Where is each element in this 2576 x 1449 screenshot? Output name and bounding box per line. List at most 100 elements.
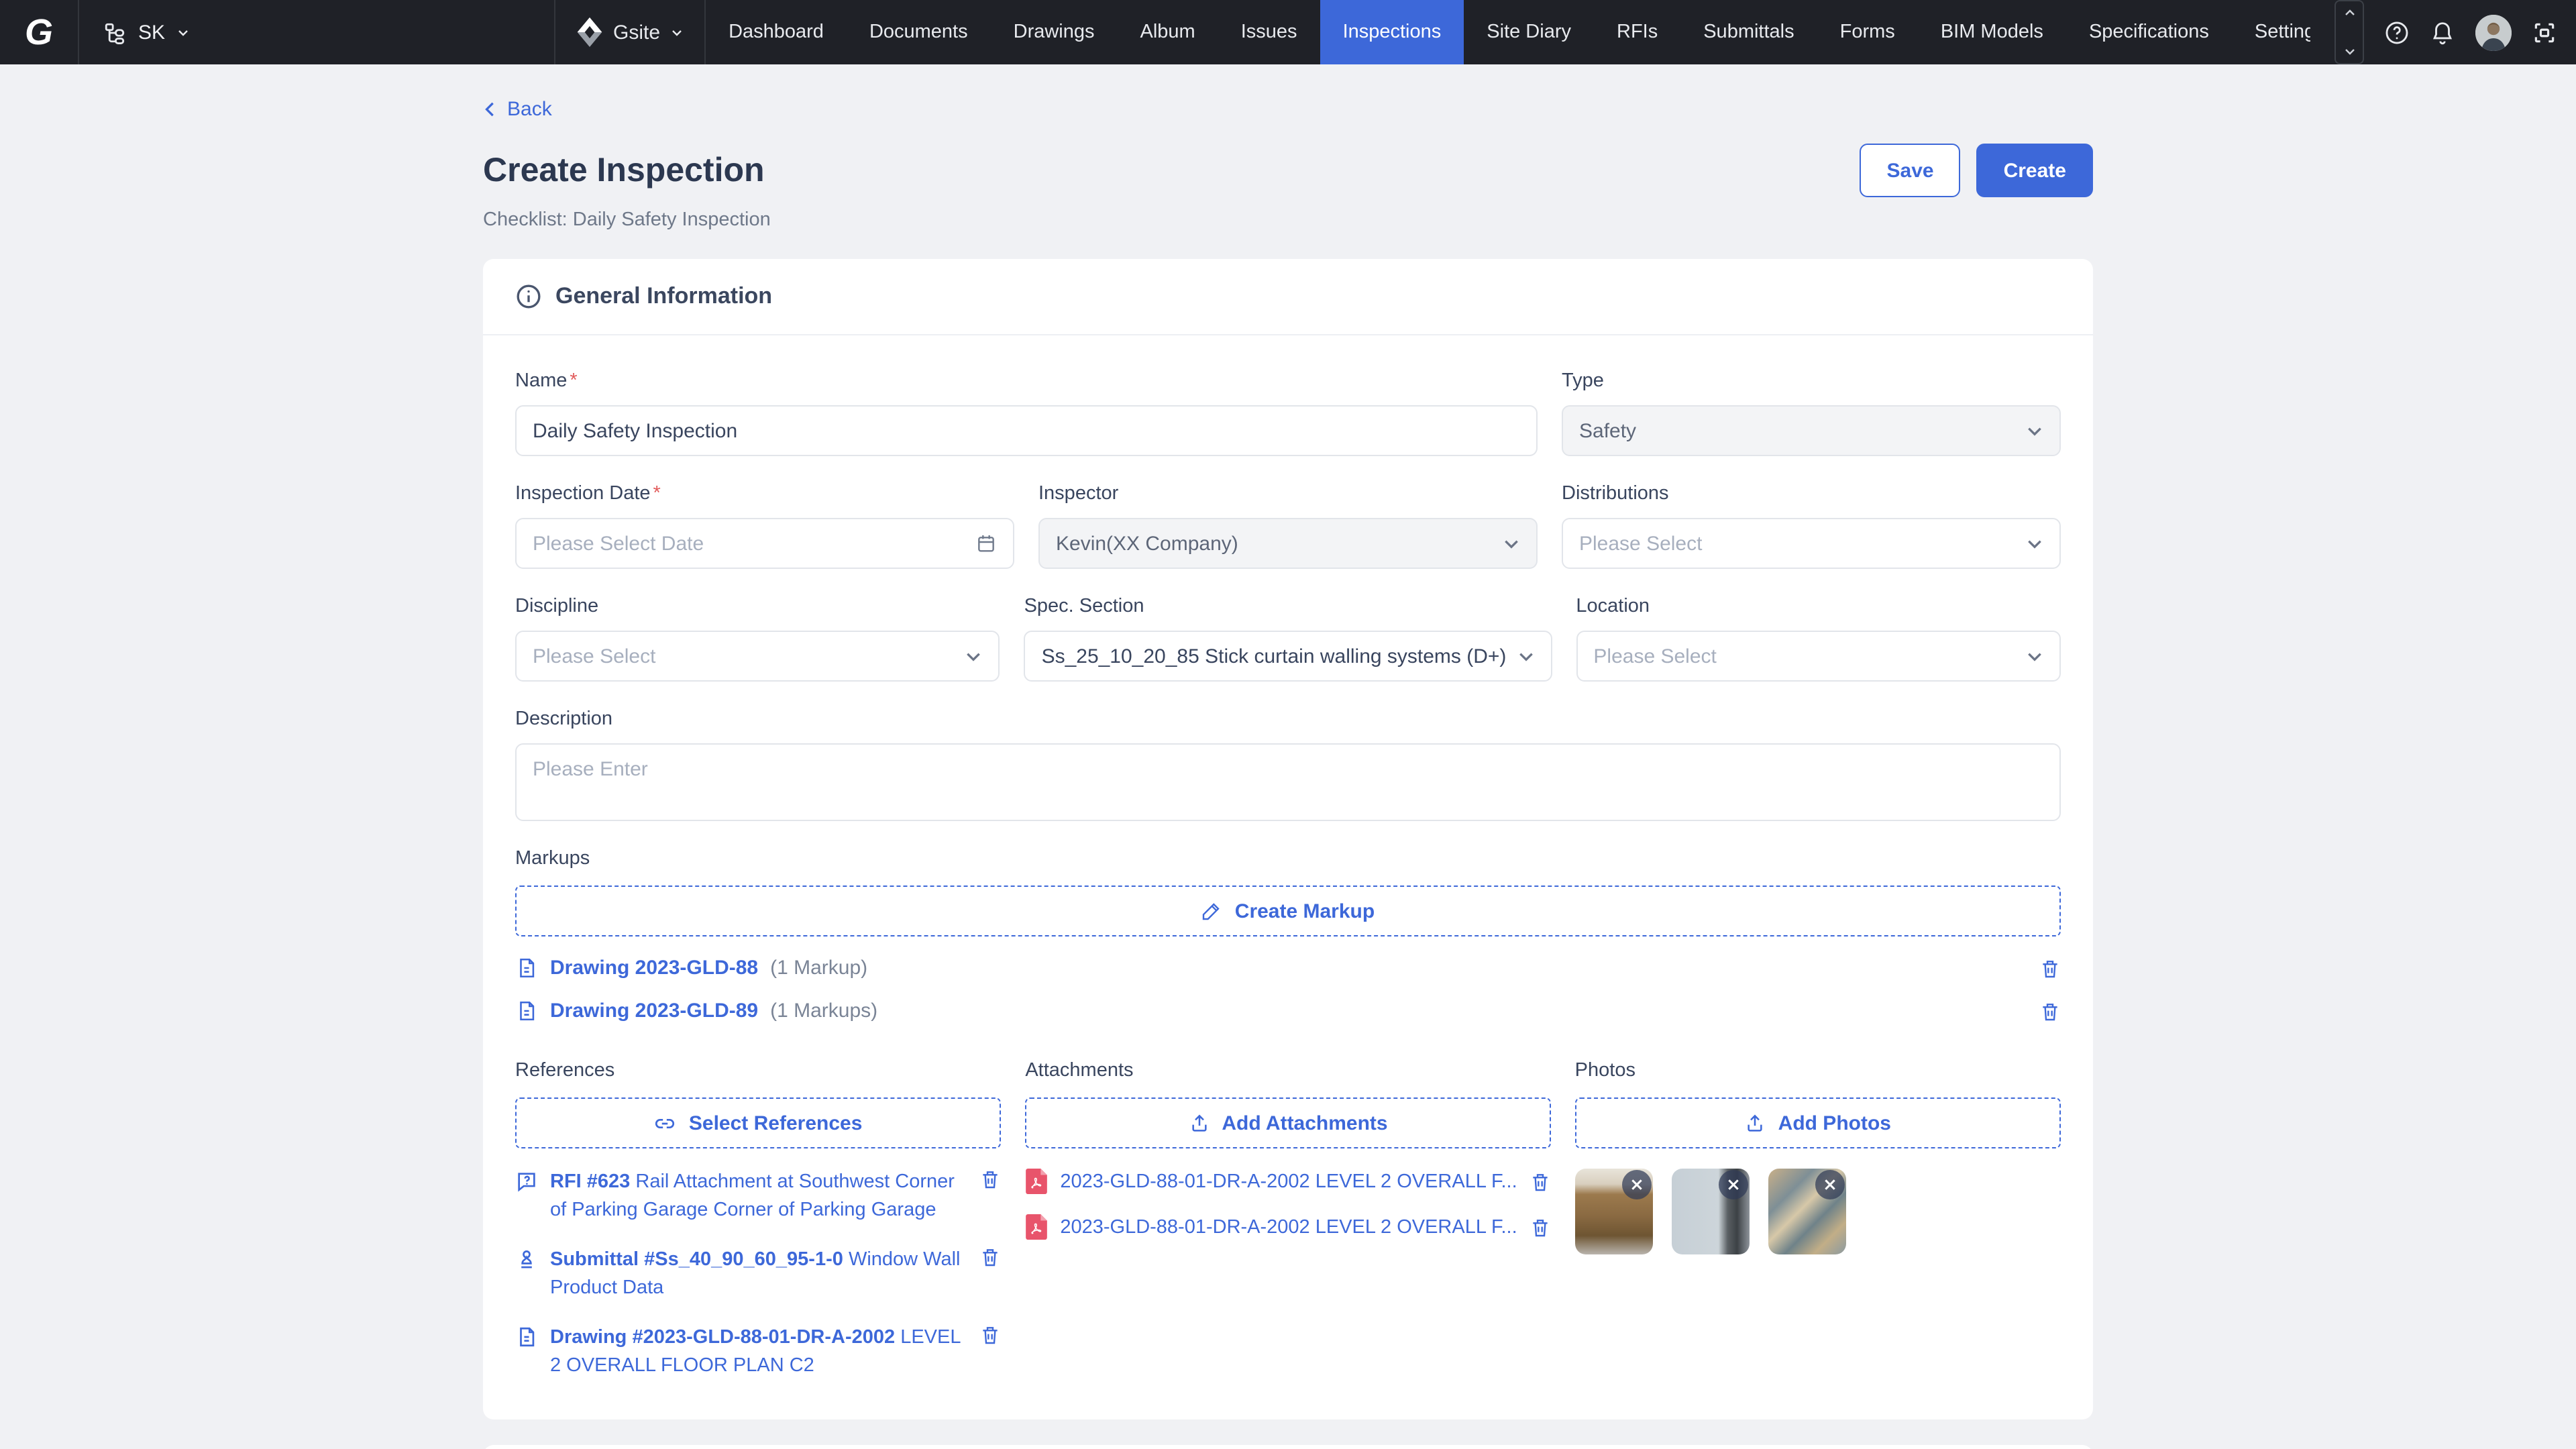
type-label: Type [1562, 370, 2061, 392]
drawing-file-icon [515, 957, 538, 979]
chevron-down-icon [965, 647, 983, 665]
nav-item-dashboard[interactable]: Dashboard [706, 0, 847, 64]
upload-icon [1188, 1112, 1210, 1134]
create-button[interactable]: Create [1977, 144, 2093, 197]
inspector-select[interactable]: Kevin(XX Company) [1038, 518, 1538, 569]
nav-item-submittals[interactable]: Submittals [1680, 0, 1817, 64]
reference-link[interactable]: RFI #623 Rail Attachment at Southwest Co… [550, 1169, 967, 1226]
product-switcher[interactable]: Gsite [555, 0, 704, 64]
markups-label: Markups [515, 848, 2061, 869]
nav-item-drawings[interactable]: Drawings [991, 0, 1118, 64]
photo-thumbnail[interactable] [1672, 1169, 1750, 1254]
attachment-link[interactable]: 2023-GLD-88-01-DR-A-2002 LEVEL 2 OVERALL… [1060, 1171, 1517, 1192]
page-title: Create Inspection [483, 151, 765, 190]
markup-drawing-link[interactable]: Drawing 2023-GLD-89 [550, 1000, 758, 1022]
delete-markup-button[interactable] [2039, 1000, 2061, 1022]
help-icon [2384, 19, 2410, 45]
name-field-wrap [515, 405, 1538, 456]
reference-item: Submittal #Ss_40_90_60_95-1-0 Window Wal… [515, 1246, 1001, 1304]
delete-reference-button[interactable] [979, 1246, 1001, 1268]
discipline-select[interactable]: Please Select [515, 631, 1000, 682]
nav-item-specifications[interactable]: Specifications [2066, 0, 2232, 64]
markup-item: Drawing 2023-GLD-88 (1 Markup) [515, 957, 2061, 979]
spec-section-select[interactable]: Ss_25_10_20_85 Stick curtain walling sys… [1024, 631, 1552, 682]
nav-item-issues[interactable]: Issues [1218, 0, 1320, 64]
reference-link[interactable]: Drawing #2023-GLD-88-01-DR-A-2002 LEVEL … [550, 1324, 967, 1382]
photos-label: Photos [1575, 1060, 2061, 1081]
attachments-label: Attachments [1025, 1060, 1550, 1081]
description-textarea[interactable]: Please Enter [515, 743, 2061, 821]
trash-icon [2039, 1000, 2061, 1022]
nav-item-forms[interactable]: Forms [1817, 0, 1918, 64]
add-photos-button[interactable]: Add Photos [1575, 1097, 2061, 1148]
reference-link[interactable]: Submittal #Ss_40_90_60_95-1-0 Window Wal… [550, 1246, 967, 1304]
user-avatar[interactable] [2475, 14, 2512, 50]
add-attachments-button[interactable]: Add Attachments [1025, 1097, 1550, 1148]
chevron-up-icon [2343, 7, 2355, 19]
app-window: G SK Gsite [0, 0, 2576, 1449]
help-button[interactable] [2384, 19, 2410, 45]
upload-icon [1745, 1112, 1766, 1134]
drawing-file-icon [515, 1326, 538, 1348]
product-name: Gsite [613, 21, 660, 44]
nav-item-settings[interactable]: Settings [2232, 0, 2310, 64]
back-button[interactable]: Back [483, 98, 552, 121]
nav-overflow-scroller[interactable] [2334, 0, 2364, 64]
references-label: References [515, 1060, 1001, 1081]
select-references-button[interactable]: Select References [515, 1097, 1001, 1148]
reference-item: RFI #623 Rail Attachment at Southwest Co… [515, 1169, 1001, 1226]
trash-icon [979, 1169, 1001, 1190]
pen-icon [1201, 900, 1223, 922]
inspector-label: Inspector [1038, 483, 1538, 504]
photo-thumbnail[interactable] [1575, 1169, 1653, 1254]
gsite-logo-icon [577, 17, 602, 47]
chevron-left-icon [483, 102, 498, 117]
inspection-date-input[interactable] [533, 532, 975, 555]
delete-markup-button[interactable] [2039, 957, 2061, 979]
distributions-select[interactable]: Please Select [1562, 518, 2061, 569]
type-select[interactable]: Safety [1562, 405, 2061, 456]
attachment-link[interactable]: 2023-GLD-88-01-DR-A-2002 LEVEL 2 OVERALL… [1060, 1216, 1517, 1238]
nav-item-bim-models[interactable]: BIM Models [1918, 0, 2066, 64]
notifications-button[interactable] [2430, 19, 2455, 45]
general-information-card: General Information Name* Type Safety [483, 259, 2093, 1419]
g-logo-icon: G [25, 11, 53, 53]
remove-photo-button[interactable] [1815, 1170, 1845, 1199]
delete-attachment-button[interactable] [1529, 1171, 1551, 1192]
trash-icon [2039, 957, 2061, 979]
required-asterisk: * [570, 370, 577, 392]
delete-reference-button[interactable] [979, 1169, 1001, 1190]
trash-icon [1529, 1171, 1551, 1192]
markup-item: Drawing 2023-GLD-89 (1 Markups) [515, 1000, 2061, 1022]
spec-section-label: Spec. Section [1024, 596, 1552, 617]
nav-item-rfis[interactable]: RFIs [1594, 0, 1680, 64]
create-markup-button[interactable]: Create Markup [515, 885, 2061, 936]
remove-photo-button[interactable] [1622, 1170, 1652, 1199]
reference-item: Drawing #2023-GLD-88-01-DR-A-2002 LEVEL … [515, 1324, 1001, 1382]
remove-photo-button[interactable] [1719, 1170, 1748, 1199]
delete-reference-button[interactable] [979, 1324, 1001, 1346]
photo-thumbnail[interactable] [1768, 1169, 1846, 1254]
delete-attachment-button[interactable] [1529, 1216, 1551, 1238]
back-label: Back [507, 98, 552, 121]
fullscreen-button[interactable] [2532, 19, 2557, 45]
name-input[interactable] [533, 419, 1520, 442]
drawing-file-icon [515, 1000, 538, 1022]
markup-count: (1 Markups) [770, 1000, 877, 1022]
save-button[interactable]: Save [1860, 144, 1961, 197]
pdf-icon [1025, 1214, 1048, 1240]
markup-count: (1 Markup) [770, 957, 867, 979]
nav-item-site-diary[interactable]: Site Diary [1464, 0, 1594, 64]
location-select[interactable]: Please Select [1576, 631, 2061, 682]
nav-item-album[interactable]: Album [1118, 0, 1218, 64]
inspection-date-field[interactable] [515, 518, 1014, 569]
app-logo[interactable]: G [0, 0, 79, 64]
site-selector[interactable]: SK [79, 0, 213, 64]
checklist-subtitle: Checklist: Daily Safety Inspection [483, 209, 2093, 231]
avatar [2475, 14, 2512, 50]
nav-item-documents[interactable]: Documents [847, 0, 991, 64]
nav-item-inspections[interactable]: Inspections [1320, 0, 1464, 64]
chevron-down-icon [2026, 422, 2043, 439]
markup-drawing-link[interactable]: Drawing 2023-GLD-88 [550, 957, 758, 979]
name-label: Name* [515, 370, 1538, 392]
